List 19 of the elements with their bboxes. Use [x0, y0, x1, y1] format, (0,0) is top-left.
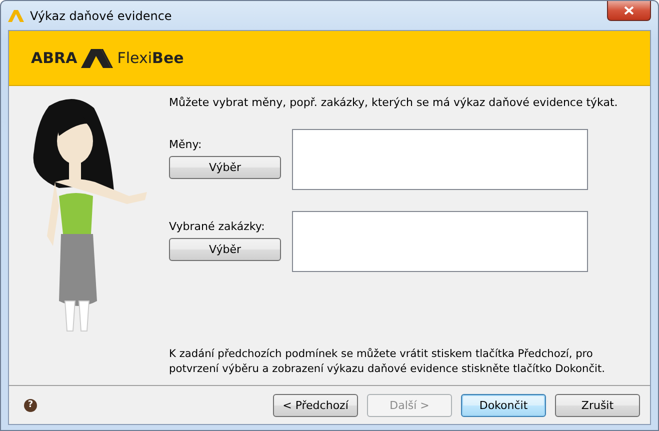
window-title: Výkaz daňové evidence	[30, 8, 172, 22]
field-label: Měny:	[169, 138, 203, 151]
list-box[interactable]	[292, 211, 588, 272]
close-button[interactable]	[607, 0, 651, 20]
brand-text: ABRA	[31, 49, 78, 67]
brand-text: FlexiBee	[117, 49, 184, 67]
close-icon	[624, 6, 634, 14]
dialog-button[interactable]: < Předchozí	[273, 394, 358, 416]
app-logo-icon	[8, 10, 24, 22]
select-button[interactable]: Výběr	[169, 238, 281, 261]
dialog-button[interactable]: Zrušit	[555, 394, 640, 416]
select-button[interactable]: Výběr	[169, 156, 281, 179]
list-box[interactable]	[292, 129, 588, 190]
help-button[interactable]: ?	[24, 398, 37, 412]
dialog-button[interactable]: Dokončit	[461, 394, 546, 416]
field-label: Vybrané zakázky:	[169, 220, 266, 233]
instruction-text: Můžete vybrat měny, popř. zakázky, kterých se má výkaz daňové evidence týkat.	[169, 96, 619, 109]
logo-icon	[81, 48, 114, 68]
instruction-text: K zadání předchozích podmínek se můžete vrátit stiskem tlačítka Předchozí, pro potvrzení výběru a zobrazení výkazu daňové evidence stiskněte tlačítko Dokončit.	[169, 347, 606, 377]
